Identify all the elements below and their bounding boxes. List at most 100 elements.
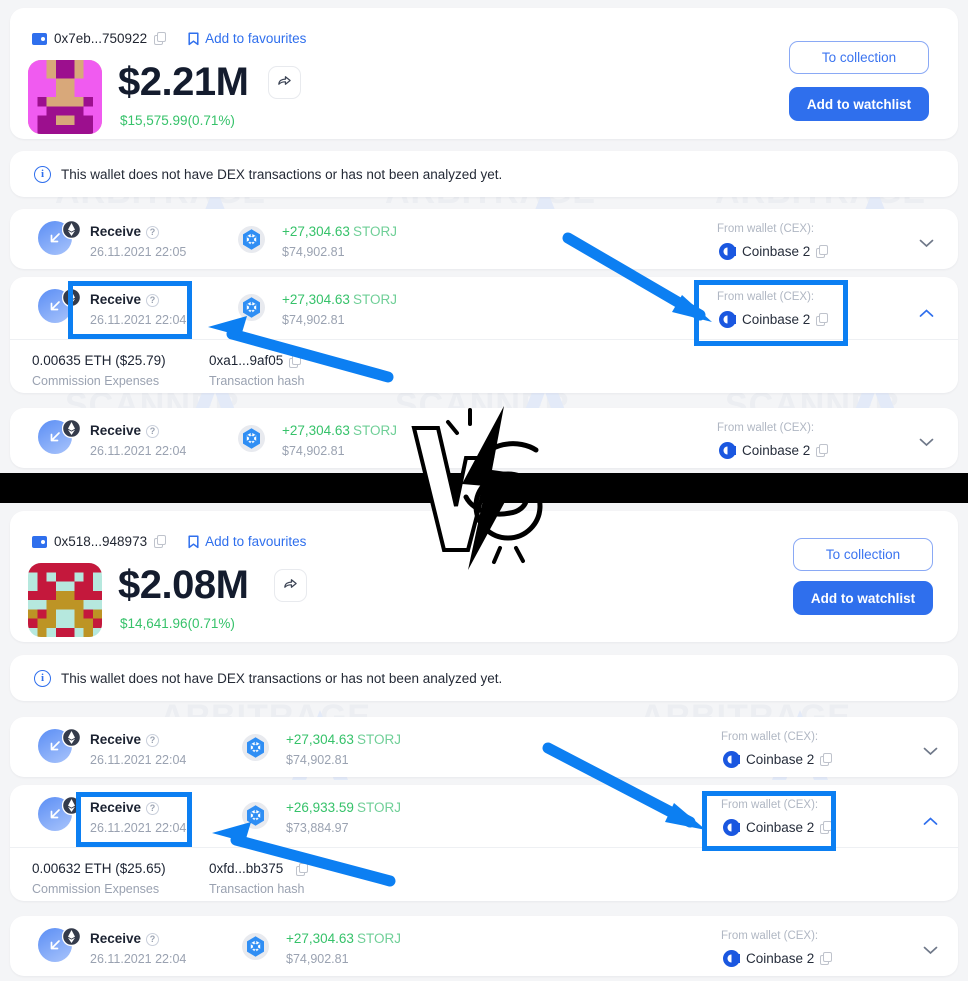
- dex-notice-text: This wallet does not have DEX transactio…: [61, 670, 503, 686]
- storj-icon: [238, 226, 265, 253]
- share-icon: [277, 73, 292, 93]
- wallet-header-card: 0x7eb...750922 Add to favourites $2.21M …: [10, 8, 958, 139]
- transaction-row[interactable]: Receive? 26.11.2021 22:04 +27,304.63 STOR…: [10, 717, 958, 777]
- copy-icon[interactable]: [816, 444, 829, 458]
- from-wallet-label: From wallet (CEX):: [721, 930, 819, 942]
- from-wallet-name: Coinbase 2: [742, 443, 811, 458]
- transaction-amount-usd: $74,902.81: [286, 753, 349, 767]
- from-wallet-name: Coinbase 2: [746, 951, 815, 966]
- transaction-amount-usd: $74,902.81: [282, 444, 345, 458]
- transaction-date: 26.11.2021 22:04: [90, 444, 187, 458]
- add-to-watchlist-button[interactable]: Add to watchlist: [793, 581, 933, 615]
- from-wallet-name: Coinbase 2: [742, 244, 811, 259]
- ethereum-icon: [61, 727, 82, 748]
- chevron-down-icon[interactable]: [923, 942, 938, 955]
- transaction-amount-usd: $74,902.81: [286, 952, 349, 966]
- copy-icon[interactable]: [289, 355, 302, 369]
- from-wallet-label: From wallet (CEX):: [721, 731, 819, 743]
- transaction-amount: +27,304.63 STORJ: [282, 224, 397, 239]
- dex-notice-row: i This wallet does not have DEX transact…: [34, 655, 502, 701]
- add-to-favourites-label: Add to favourites: [205, 31, 307, 46]
- copy-icon[interactable]: [154, 534, 167, 549]
- transaction-row[interactable]: Receive? 26.11.2021 22:04 +27,304.63 STOR…: [10, 916, 958, 976]
- dex-notice-banner: i This wallet does not have DEX transact…: [10, 151, 958, 197]
- transaction-type: Receive?: [90, 732, 160, 747]
- dex-notice-row: i This wallet does not have DEX transact…: [34, 151, 502, 197]
- annotation-highlight-box: [76, 792, 192, 847]
- add-to-watchlist-button[interactable]: Add to watchlist: [789, 87, 929, 121]
- wallet-address: 0x7eb...750922: [54, 31, 148, 46]
- annotation-highlight-box: [702, 791, 836, 851]
- to-collection-button[interactable]: To collection: [793, 538, 933, 571]
- transaction-amount: +27,304.63 STORJ: [282, 423, 397, 438]
- to-collection-button[interactable]: To collection: [789, 41, 929, 74]
- portfolio-delta: $14,641.96(0.71%): [120, 616, 235, 631]
- commission-label: Commission Expenses: [32, 374, 160, 388]
- add-to-favourites-button[interactable]: Add to favourites: [188, 534, 306, 549]
- info-icon: i: [34, 165, 51, 183]
- coinbase-icon: [719, 243, 736, 260]
- transaction-hash-value: 0xa1...9af05: [209, 353, 284, 368]
- chevron-up-icon[interactable]: [919, 305, 934, 317]
- transaction-type: Receive?: [90, 224, 160, 239]
- chevron-down-icon[interactable]: [919, 235, 934, 248]
- transaction-amount: +27,304.63 STORJ: [282, 292, 397, 307]
- portfolio-value: $2.21M: [118, 60, 249, 104]
- transaction-amount-usd: $73,884.97: [286, 821, 349, 835]
- wallet-address-row: 0x518...948973 Add to favourites: [32, 534, 306, 549]
- from-wallet-label: From wallet (CEX):: [717, 422, 815, 434]
- transaction-amount: +27,304.63 STORJ: [286, 732, 401, 747]
- copy-icon[interactable]: [296, 863, 309, 877]
- transaction-hash-label: Transaction hash: [209, 374, 305, 388]
- coinbase-icon: [723, 950, 740, 967]
- transaction-hash-label: Transaction hash: [209, 882, 305, 896]
- coinbase-icon: [723, 751, 740, 768]
- transaction-row[interactable]: Receive? 26.11.2021 22:05 +27,304.63 STOR…: [10, 209, 958, 269]
- copy-icon[interactable]: [820, 753, 833, 767]
- portfolio-delta: $15,575.99(0.71%): [120, 113, 235, 128]
- add-to-favourites-button[interactable]: Add to favourites: [188, 31, 306, 46]
- screenshot-root: ARBITRAGE SCANNER ARBITRAGE SCANNER ARBI…: [0, 0, 968, 981]
- transaction-amount: +26,933.59 STORJ: [286, 800, 401, 815]
- question-icon[interactable]: ?: [146, 933, 160, 946]
- wallet-address: 0x518...948973: [54, 534, 148, 549]
- dex-notice-text: This wallet does not have DEX transactio…: [61, 166, 503, 182]
- transaction-amount: +27,304.63 STORJ: [286, 931, 401, 946]
- from-wallet-label: From wallet (CEX):: [717, 223, 815, 235]
- wallet-icon: [32, 32, 47, 45]
- transaction-date: 26.11.2021 22:05: [90, 245, 187, 259]
- share-button[interactable]: [274, 569, 307, 602]
- from-wallet-name: Coinbase 2: [746, 752, 815, 767]
- wallet-icon: [32, 535, 47, 548]
- chevron-down-icon[interactable]: [923, 743, 938, 756]
- vs-lightning-logo: [404, 398, 572, 576]
- storj-icon: [242, 933, 269, 960]
- avatar: [28, 60, 102, 134]
- copy-icon[interactable]: [154, 31, 167, 46]
- annotation-highlight-box: [694, 280, 848, 346]
- wallet-address-row: 0x7eb...750922 Add to favourites: [32, 31, 306, 46]
- chevron-up-icon[interactable]: [923, 813, 938, 825]
- avatar: [28, 563, 102, 637]
- question-icon[interactable]: ?: [146, 425, 160, 438]
- transaction-hash-value: 0xfd...bb375: [209, 861, 284, 876]
- transaction-type: Receive?: [90, 931, 160, 946]
- transaction-amount-usd: $74,902.81: [282, 245, 345, 259]
- commission-label: Commission Expenses: [32, 882, 160, 896]
- copy-icon[interactable]: [820, 952, 833, 966]
- copy-icon[interactable]: [816, 245, 829, 259]
- share-icon: [283, 576, 298, 596]
- storj-icon: [242, 734, 269, 761]
- annotation-highlight-box: [68, 281, 192, 339]
- storj-icon: [238, 425, 265, 452]
- chevron-down-icon[interactable]: [919, 434, 934, 447]
- info-icon: i: [34, 669, 51, 687]
- transaction-date: 26.11.2021 22:04: [90, 753, 187, 767]
- commission-value: 0.00635 ETH ($25.79): [32, 353, 166, 368]
- question-icon[interactable]: ?: [146, 226, 160, 239]
- dex-notice-banner: i This wallet does not have DEX transact…: [10, 655, 958, 701]
- share-button[interactable]: [268, 66, 301, 99]
- question-icon[interactable]: ?: [146, 734, 160, 747]
- add-to-favourites-label: Add to favourites: [205, 534, 307, 549]
- storj-icon: [242, 802, 269, 829]
